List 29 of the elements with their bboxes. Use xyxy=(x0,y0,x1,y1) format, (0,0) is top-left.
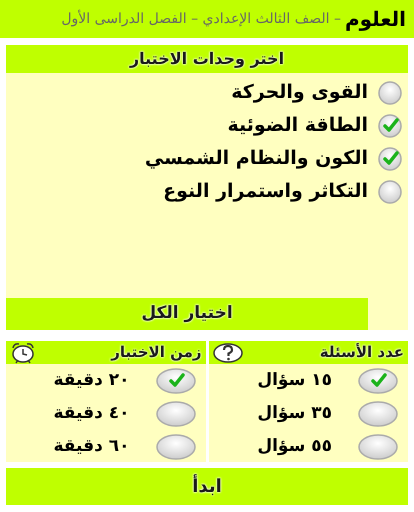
panel-title: عدد الأسئلة xyxy=(320,342,404,364)
option-radio[interactable] xyxy=(358,368,398,394)
option-label: ٢٠ دقيقة xyxy=(53,369,130,392)
option-label: ١٥ سؤال xyxy=(257,369,332,392)
panel-header: اختر وحدات الاختبار xyxy=(6,45,408,73)
option-radio[interactable] xyxy=(358,401,398,427)
unit-label: التكاثر واستمرار النوع xyxy=(163,179,368,204)
option-radio[interactable] xyxy=(156,434,196,460)
unit-checkbox[interactable] xyxy=(378,180,402,204)
unit-checkbox[interactable] xyxy=(378,114,402,138)
unit-checkbox[interactable] xyxy=(378,80,402,104)
option-label: ٦٠ دقيقة xyxy=(53,435,130,458)
grade-subtitle: – الصف الثالث الإعدادي – الفصل الدراسى الأول xyxy=(61,8,341,28)
option-label: ٤٠ دقيقة xyxy=(53,402,130,426)
option-label: ٥٥ سؤال xyxy=(257,435,332,458)
start-button[interactable]: ابدأ xyxy=(6,468,408,505)
unit-label: الكون والنظام الشمسي xyxy=(144,146,368,172)
option-label: ٣٥ سؤال xyxy=(257,402,332,426)
unit-label: القوى والحركة xyxy=(231,80,368,106)
unit-checkbox[interactable] xyxy=(378,146,402,170)
help-icon xyxy=(212,342,242,362)
select-all-button[interactable]: اختيار الكل xyxy=(6,298,368,330)
alarm-clock-icon xyxy=(10,342,36,364)
unit-label: الطاقة الضوئية xyxy=(227,113,368,138)
subject-title: العلوم xyxy=(344,6,406,33)
option-radio[interactable] xyxy=(156,368,196,394)
option-radio[interactable] xyxy=(358,434,398,460)
option-radio[interactable] xyxy=(156,401,196,427)
panel-title: زمن الاختبار xyxy=(111,342,202,364)
